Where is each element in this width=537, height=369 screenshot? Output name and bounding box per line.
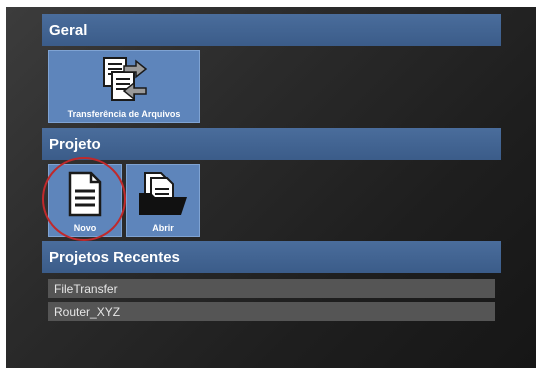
- open-folder-icon: [139, 172, 187, 215]
- file-transfer-tile[interactable]: Transferência de Arquivos: [48, 50, 200, 123]
- section-header-projeto: Projeto: [42, 128, 501, 160]
- open-project-tile[interactable]: Abrir: [126, 164, 200, 237]
- recent-project-item[interactable]: Router_XYZ: [48, 302, 495, 321]
- file-transfer-icon: [103, 57, 148, 101]
- section-title-recentes: Projetos Recentes: [49, 248, 180, 266]
- new-document-icon: [68, 171, 102, 217]
- open-project-label: Abrir: [152, 223, 174, 233]
- section-header-recentes: Projetos Recentes: [42, 241, 501, 273]
- section-title-geral: Geral: [49, 21, 88, 39]
- section-title-projeto: Projeto: [49, 135, 101, 153]
- recent-project-label: FileTransfer: [54, 281, 118, 296]
- recent-project-label: Router_XYZ: [54, 304, 121, 319]
- file-transfer-label: Transferência de Arquivos: [67, 109, 181, 119]
- new-project-label: Novo: [73, 223, 97, 233]
- recent-project-item[interactable]: FileTransfer: [48, 279, 495, 298]
- section-header-geral: Geral: [42, 14, 501, 46]
- new-project-tile[interactable]: Novo: [48, 164, 122, 237]
